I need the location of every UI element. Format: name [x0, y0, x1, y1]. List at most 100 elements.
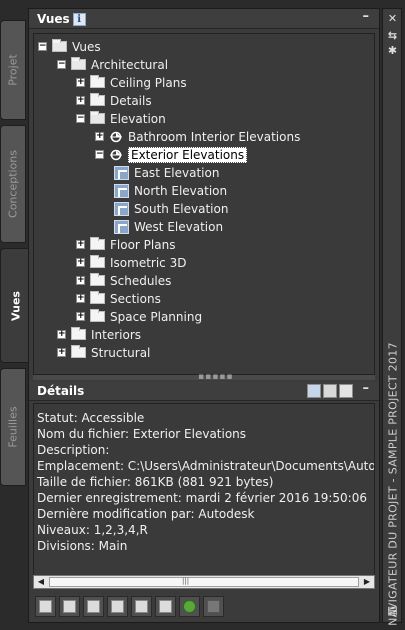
- image-view-icon[interactable]: [339, 384, 353, 398]
- tab-vues-label: Vues: [9, 290, 22, 321]
- folder-icon: [71, 345, 86, 358]
- tree-node[interactable]: + Isometric 3D: [76, 254, 186, 271]
- tree-node[interactable]: + Details: [76, 92, 152, 109]
- expand-icon[interactable]: +: [76, 276, 85, 285]
- folder-icon: [90, 255, 105, 268]
- tree-node[interactable]: + Floor Plans: [76, 236, 175, 253]
- tree-node[interactable]: − Vues: [38, 38, 101, 55]
- views-panel-title: Vues i: [37, 12, 86, 26]
- tab-conceptions[interactable]: Conceptions: [0, 125, 26, 243]
- folder-icon: [90, 237, 105, 250]
- edit-view-button[interactable]: [131, 596, 152, 617]
- tree-node-label: North Elevation: [134, 183, 228, 198]
- scroll-left-icon[interactable]: ◀: [34, 576, 48, 588]
- tree-node[interactable]: + Structural: [57, 344, 150, 361]
- tab-feuilles[interactable]: Feuilles: [0, 368, 26, 486]
- tree-node[interactable]: − Elevation: [76, 110, 166, 127]
- panel-splitter[interactable]: ▪▪▪▪▪: [33, 372, 375, 382]
- expand-icon[interactable]: +: [76, 312, 85, 321]
- collapse-icon[interactable]: −: [38, 42, 47, 51]
- tree-node[interactable]: + Space Planning: [76, 308, 202, 325]
- disabled-icon: [207, 600, 220, 613]
- new-view-icon: [39, 600, 52, 613]
- expand-icon[interactable]: +: [76, 258, 85, 267]
- expand-icon[interactable]: +: [57, 348, 66, 357]
- tree-node[interactable]: − Architectural: [57, 56, 168, 73]
- detail-line: Niveaux: 1,2,3,4,R: [37, 523, 148, 537]
- tree-node-label: Structural: [91, 345, 151, 360]
- sheet-view-icon: [114, 165, 129, 180]
- views-tree[interactable]: − Vues − Architectural + Ceiling Plans + Detail…: [33, 33, 375, 375]
- disabled-button[interactable]: [203, 596, 224, 617]
- tree-node[interactable]: − Exterior Elevations: [95, 146, 248, 163]
- expand-icon[interactable]: +: [76, 240, 85, 249]
- collapse-details-button[interactable]: –: [363, 381, 370, 396]
- detail-line: Dernier enregistrement: mardi 2 février …: [37, 491, 367, 505]
- preview-icon[interactable]: [307, 384, 321, 398]
- tree-node[interactable]: East Elevation: [114, 164, 219, 181]
- tree-node-label: Space Planning: [110, 309, 203, 324]
- tree-node[interactable]: + Schedules: [76, 272, 171, 289]
- detail-line: Dernière modification par: Autodesk: [37, 507, 255, 521]
- new-view-button[interactable]: [35, 596, 56, 617]
- collapse-icon[interactable]: −: [57, 60, 66, 69]
- details-view-icon[interactable]: [323, 384, 337, 398]
- bottom-toolbar: [33, 595, 375, 619]
- tree-node[interactable]: South Elevation: [114, 200, 228, 217]
- properties-menu-icon[interactable]: ▤: [387, 605, 398, 616]
- tree-node[interactable]: + Ceiling Plans: [76, 74, 187, 91]
- collapse-icon[interactable]: −: [95, 150, 104, 159]
- tree-node-label: Elevation: [110, 111, 166, 126]
- info-icon[interactable]: i: [72, 13, 86, 26]
- tree-node[interactable]: + Bathroom Interior Elevations: [95, 128, 300, 145]
- palette-title: NAVIGATEUR DU PROJET - SAMPLE PROJECT 20…: [386, 342, 400, 626]
- refresh-button[interactable]: [179, 596, 200, 617]
- scroll-right-icon[interactable]: ▶: [360, 576, 374, 588]
- tab-vues[interactable]: Vues: [0, 248, 30, 363]
- clipboard-button[interactable]: [107, 596, 128, 617]
- tree-node-label: Exterior Elevations: [128, 146, 248, 163]
- tree-node-label: East Elevation: [134, 165, 220, 180]
- expand-icon[interactable]: +: [76, 294, 85, 303]
- sheet-view-icon: [114, 183, 129, 198]
- tree-node[interactable]: + Sections: [76, 290, 161, 307]
- folder-open-icon: [90, 111, 105, 124]
- horizontal-scrollbar[interactable]: ◀ ||| ▶: [33, 575, 375, 589]
- tab-projet[interactable]: Projet: [0, 20, 26, 120]
- views-panel-header: Vues i –: [29, 9, 379, 29]
- palette-title-bar[interactable]: ✕ ⇆ ✱ NAVIGATEUR DU PROJET - SAMPLE PROJ…: [382, 8, 402, 626]
- properties-icon: [159, 600, 172, 613]
- folder-icon: [90, 291, 105, 304]
- sheet-view-icon: [114, 219, 129, 234]
- expand-icon[interactable]: +: [76, 96, 85, 105]
- new-callout-button[interactable]: [59, 596, 80, 617]
- tree-node[interactable]: North Elevation: [114, 182, 227, 199]
- tree-node-label: South Elevation: [134, 201, 229, 216]
- properties-button[interactable]: [155, 596, 176, 617]
- views-title-text: Vues: [37, 12, 70, 26]
- tree-node[interactable]: + Interiors: [57, 326, 141, 343]
- expand-icon[interactable]: +: [76, 78, 85, 87]
- tree-node[interactable]: West Elevation: [114, 218, 223, 235]
- tree-node-label: Isometric 3D: [110, 255, 187, 270]
- settings-icon[interactable]: ✱: [387, 45, 398, 56]
- detail-line: Statut: Accessible: [37, 411, 145, 425]
- new-detail-button[interactable]: [83, 596, 104, 617]
- expand-icon[interactable]: +: [95, 132, 104, 141]
- auto-hide-icon[interactable]: ⇆: [387, 30, 398, 41]
- tree-node-label: Details: [110, 93, 152, 108]
- collapse-views-button[interactable]: –: [363, 9, 370, 24]
- folder-icon: [90, 273, 105, 286]
- expand-icon[interactable]: +: [57, 330, 66, 339]
- scroll-thumb[interactable]: [49, 577, 359, 587]
- tree-node-label: Architectural: [91, 57, 169, 72]
- folder-icon: [90, 309, 105, 322]
- details-content: Statut: Accessible Nom du fichier: Exteri…: [33, 403, 375, 589]
- details-panel-title: Détails: [37, 384, 85, 398]
- tree-node-label: Bathroom Interior Elevations: [128, 129, 301, 144]
- folder-icon: [90, 75, 105, 88]
- detail-line: Emplacement: C:\Users\Administrateur\Doc…: [37, 459, 375, 473]
- collapse-icon[interactable]: −: [76, 114, 85, 123]
- folder-open-icon: [71, 57, 86, 70]
- close-icon[interactable]: ✕: [387, 13, 398, 24]
